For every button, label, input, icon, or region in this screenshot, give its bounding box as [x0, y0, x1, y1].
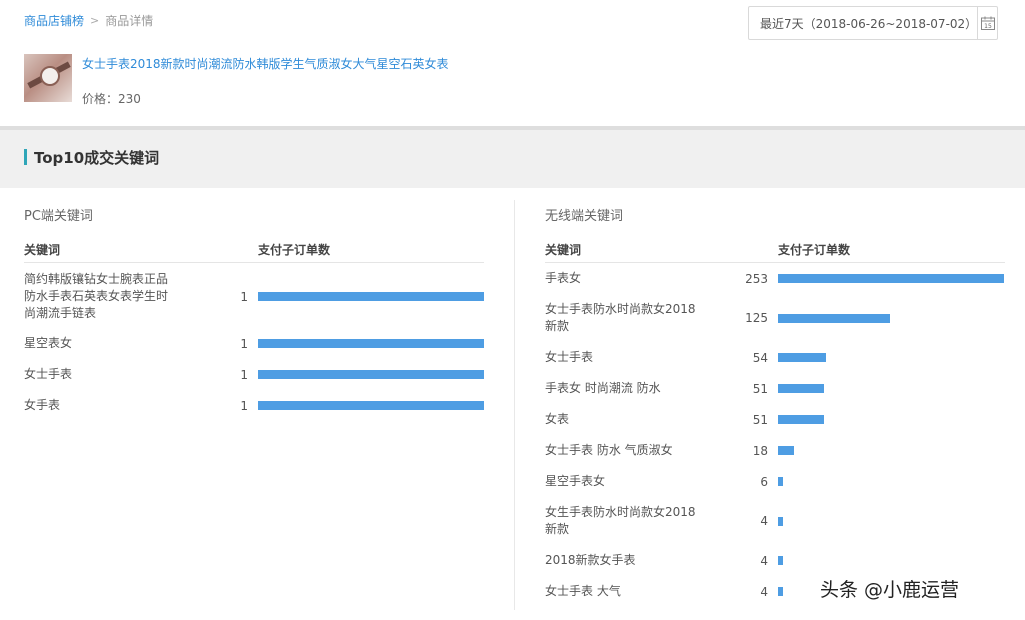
breadcrumb: 商品店铺榜 > 商品详情: [24, 12, 153, 29]
mobile-keyword-text: 女士手表 大气: [545, 584, 621, 598]
mobile-order-count: 18: [752, 443, 768, 458]
mobile-keyword-text: 2018新款女手表: [545, 553, 636, 567]
mobile-keyword-text: 手表女 时尚潮流 防水: [545, 381, 661, 395]
mobile-order-bar: [778, 415, 824, 424]
mobile-keyword-row: 女士手表 54: [545, 349, 1005, 366]
mobile-order-count: 4: [760, 584, 768, 599]
mobile-keyword-row: 女生手表防水时尚款女2018新款 4: [545, 504, 1005, 538]
mobile-order-bar: [778, 587, 783, 596]
page-header: 商品店铺榜 > 商品详情 最近7天（2018-06-26~2018-07-02）…: [0, 0, 1025, 126]
mobile-order-count: 54: [752, 350, 768, 365]
panel-divider: [514, 200, 515, 610]
mobile-keyword-row: 手表女 253: [545, 270, 1005, 287]
mobile-order-count: 51: [752, 381, 768, 396]
mobile-order-count: 4: [760, 553, 768, 568]
mobile-order-count: 125: [745, 311, 768, 325]
mobile-order-count: 6: [760, 474, 768, 489]
pc-order-count: 1: [240, 367, 248, 382]
mobile-order-bar: [778, 556, 783, 565]
mobile-keyword-row: 2018新款女手表 4: [545, 552, 1005, 569]
date-range-picker[interactable]: 最近7天（2018-06-26~2018-07-02） 15: [748, 6, 998, 40]
mobile-header-divider: [545, 262, 1005, 263]
pc-header-divider: [24, 262, 484, 263]
pc-keyword-text: 简约韩版镶钻女士腕表正品防水手表石英表女表学生时尚潮流手链表: [24, 272, 169, 320]
mobile-keyword-text: 女士手表防水时尚款女2018新款: [545, 302, 696, 333]
mobile-panel-title: 无线端关键词: [545, 209, 624, 224]
pc-keyword-text: 女士手表: [24, 367, 73, 381]
mobile-keyword-text: 女生手表防水时尚款女2018新款: [545, 505, 696, 536]
pc-column-orders: 支付子订单数: [258, 243, 331, 257]
section-accent-bar: [24, 149, 27, 165]
mobile-keyword-row: 女士手表防水时尚款女2018新款 125: [545, 301, 1005, 335]
pc-keyword-row: 女手表 1: [24, 397, 484, 414]
mobile-keyword-row: 星空手表女 6: [545, 473, 1005, 490]
mobile-order-bar: [778, 274, 1004, 283]
section-title: Top10成交关键词: [34, 149, 160, 167]
calendar-button[interactable]: 15: [977, 7, 997, 39]
mobile-order-bar: [778, 477, 783, 486]
watermark: 头条 @小鹿运营: [820, 579, 960, 601]
mobile-keyword-text: 女表: [545, 412, 570, 426]
pc-order-count: 1: [240, 398, 248, 413]
pc-order-bar: [258, 339, 484, 348]
mobile-order-count: 51: [752, 412, 768, 427]
mobile-keyword-text: 女士手表: [545, 350, 594, 364]
calendar-icon: 15: [980, 16, 995, 30]
date-range-label: 最近7天（2018-06-26~2018-07-02）: [760, 16, 978, 31]
pc-order-count: 1: [240, 289, 248, 304]
pc-order-bar: [258, 401, 484, 410]
pc-keyword-row: 星空表女 1: [24, 335, 484, 352]
mobile-order-bar: [778, 516, 783, 526]
mobile-order-bar: [778, 446, 794, 455]
mobile-keyword-row: 女表 51: [545, 411, 1005, 428]
pc-order-bar: [258, 292, 484, 301]
mobile-keyword-row: 手表女 时尚潮流 防水 51: [545, 380, 1005, 397]
mobile-keyword-text: 星空手表女: [545, 474, 606, 488]
calendar-day-text: 15: [984, 23, 992, 30]
pc-order-bar: [258, 370, 484, 379]
product-title-link[interactable]: 女士手表2018新款时尚潮流防水韩版学生气质淑女大气星空石英女表: [82, 55, 449, 72]
pc-keyword-row: 女士手表 1: [24, 366, 484, 383]
mobile-keyword-text: 女士手表 防水 气质淑女: [545, 443, 673, 457]
pc-keyword-row: 简约韩版镶钻女士腕表正品防水手表石英表女表学生时尚潮流手链表 1: [24, 271, 484, 322]
pc-keyword-text: 女手表: [24, 398, 61, 412]
product-thumbnail[interactable]: [24, 54, 72, 102]
mobile-column-keyword: 关键词: [545, 243, 582, 257]
mobile-order-bar: [778, 384, 824, 393]
breadcrumb-separator: >: [90, 14, 100, 27]
pc-order-count: 1: [240, 336, 248, 351]
pc-panel-title: PC端关键词: [24, 209, 93, 224]
product-price: 价格：230: [82, 92, 141, 106]
mobile-keyword-row: 女士手表 防水 气质淑女 18: [545, 442, 1005, 459]
mobile-order-count: 253: [745, 271, 768, 286]
pc-column-keyword: 关键词: [24, 243, 61, 257]
mobile-keyword-text: 手表女: [545, 271, 582, 285]
pc-keyword-text: 星空表女: [24, 336, 73, 350]
breadcrumb-current: 商品详情: [105, 14, 154, 28]
breadcrumb-link-shop-ranking[interactable]: 商品店铺榜: [24, 12, 84, 29]
mobile-order-count: 4: [760, 514, 768, 528]
mobile-order-bar: [778, 353, 826, 362]
section-header: Top10成交关键词: [0, 130, 1025, 188]
mobile-order-bar: [778, 313, 890, 323]
mobile-column-orders: 支付子订单数: [778, 243, 851, 257]
